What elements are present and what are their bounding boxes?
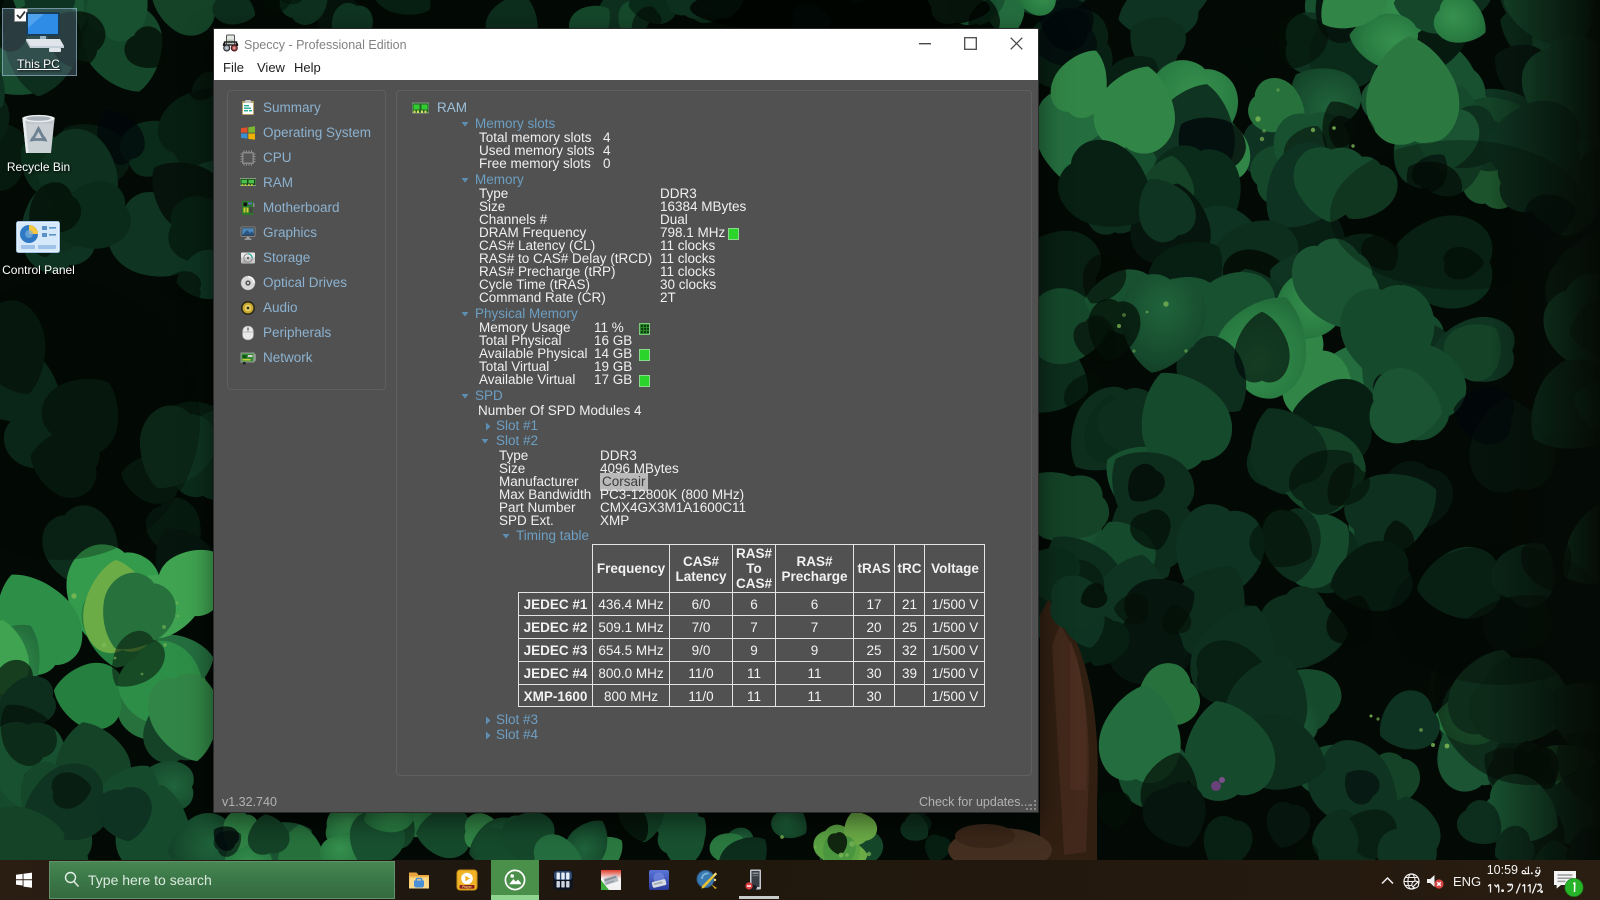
svg-text:Player: Player bbox=[462, 885, 472, 889]
